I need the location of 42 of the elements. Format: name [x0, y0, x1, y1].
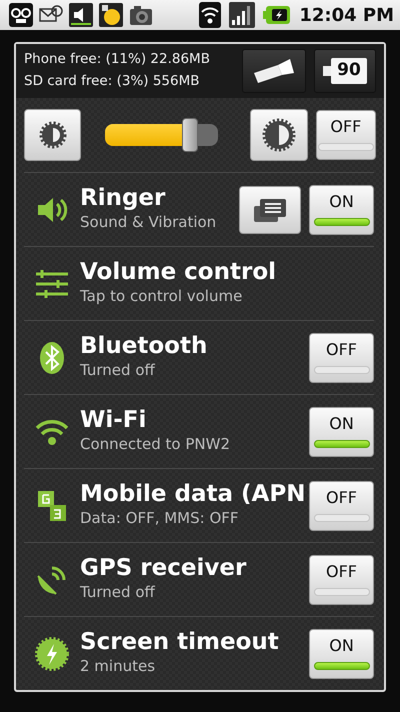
flashlight-button[interactable] — [242, 49, 306, 94]
list-icon — [253, 196, 287, 222]
bluetooth-icon — [37, 340, 67, 376]
row-subtitle: Data: OFF, MMS: OFF — [80, 508, 240, 530]
row-title: Ringer — [80, 185, 166, 212]
toggle-button[interactable]: OFF — [309, 480, 374, 530]
row-title: Volume control — [80, 259, 278, 286]
toggle-button[interactable]: OFF — [309, 554, 374, 604]
lightning-badge-icon — [34, 636, 70, 672]
voicemail-icon — [8, 2, 34, 28]
weather-icon — [98, 2, 124, 28]
storage-text: SD card free: (3%) 556MB — [24, 72, 200, 92]
storage-text: Phone free: (11%) 22.86MB — [24, 50, 210, 70]
wifi-icon — [199, 2, 222, 28]
row-subtitle: 2 minutes — [80, 656, 156, 678]
toggle-button[interactable]: OFF — [316, 110, 376, 160]
toggle-button[interactable]: OFF — [309, 332, 374, 382]
slider-thumb[interactable] — [182, 118, 198, 152]
row-subtitle: Turned off — [80, 582, 156, 604]
row-title: Screen timeout — [80, 629, 280, 656]
signal-icon — [229, 2, 256, 28]
row-title: Mobile data (APN — [80, 481, 306, 508]
network-g-3g-icon — [36, 488, 68, 522]
toggle-button[interactable]: ON — [309, 628, 374, 678]
row-subtitle: Tap to control volume — [80, 286, 244, 308]
row-title: Bluetooth — [80, 333, 208, 360]
row-subtitle: Turned off — [80, 360, 156, 382]
battery-button[interactable]: 90 — [314, 49, 376, 94]
brightness-high-icon — [261, 117, 297, 154]
row-title: GPS receiver — [80, 555, 248, 582]
status-time: 12:04 PM — [299, 4, 394, 28]
settings-button[interactable] — [239, 186, 301, 234]
row-title: Wi-Fi — [80, 407, 148, 434]
volume-icon — [68, 2, 94, 28]
toggle-button[interactable]: ON — [309, 406, 374, 456]
toggle-button[interactable]: ON — [309, 184, 374, 234]
row-subtitle: Sound & Vibration — [80, 212, 218, 234]
battery-level-text: 90 — [331, 58, 367, 84]
brightness-down-button[interactable] — [24, 109, 82, 162]
brightness-up-button[interactable] — [250, 109, 308, 162]
flashlight-icon — [252, 57, 296, 86]
row-subtitle: Connected to PNW2 — [80, 434, 232, 456]
